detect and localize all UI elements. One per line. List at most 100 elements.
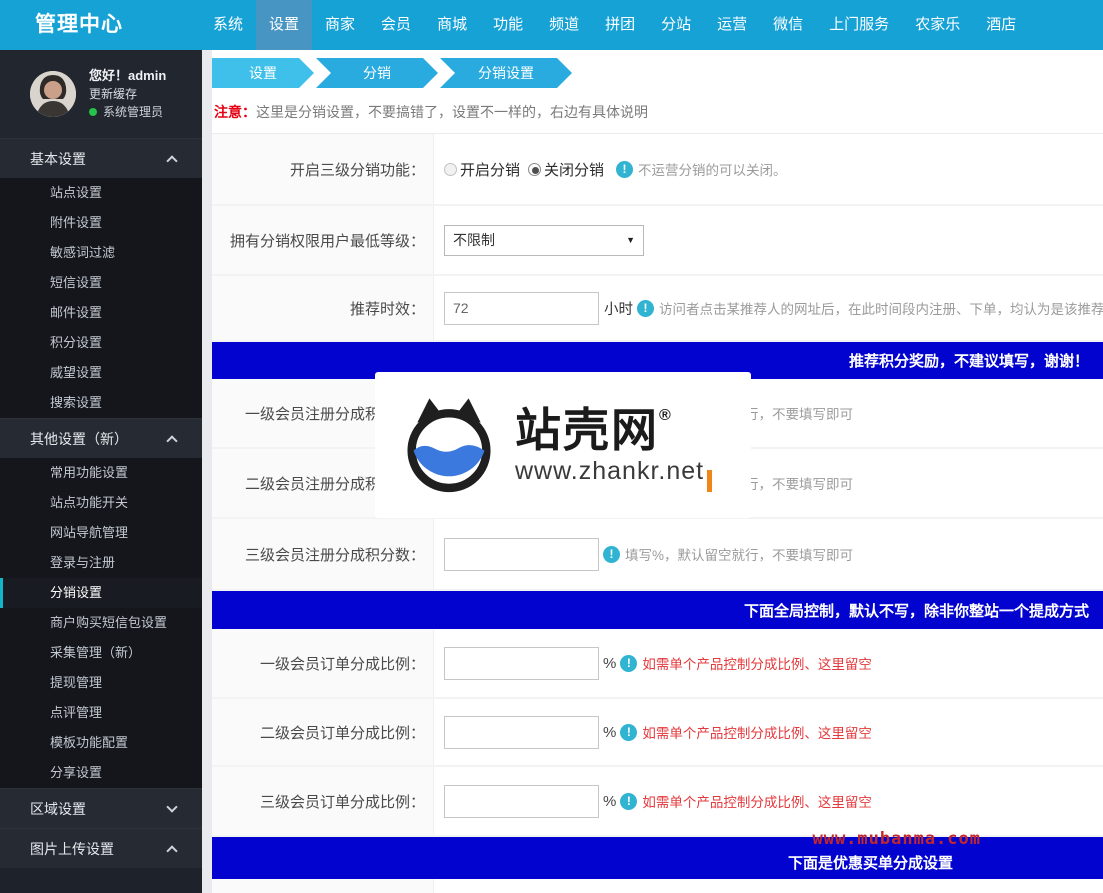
sidebar-menu-entry[interactable]: 积分设置 <box>0 328 202 358</box>
section-banner: 下面全局控制，默认不写，除非你整站一个提成方式 <box>212 591 1103 629</box>
field-label: 三级会员注册分成积分数： <box>212 519 434 589</box>
referral-hours-input[interactable] <box>444 292 599 325</box>
nav-item[interactable]: 商家 <box>312 0 368 50</box>
orange-cursor-mark <box>707 470 712 492</box>
nav-item[interactable]: 酒店 <box>973 0 1029 50</box>
breadcrumb-segment[interactable]: 分销 <box>316 58 438 88</box>
nav-item[interactable]: 拼团 <box>592 0 648 50</box>
field-help-red: 如需单个产品控制分成比例、这里留空 <box>642 722 872 742</box>
field-help-red: 如需单个产品控制分成比例、这里留空 <box>642 653 872 673</box>
nav-item[interactable]: 商城 <box>424 0 480 50</box>
online-status-icon <box>89 108 97 116</box>
sidebar-menu-entry[interactable]: 附件设置 <box>0 208 202 238</box>
row-enable-distribution: 开启三级分销功能： 开启分销 关闭分销 ! 不运营分销的可以关闭。 <box>212 134 1103 206</box>
nav-item[interactable]: 会员 <box>368 0 424 50</box>
field-label: 开启三级分销功能： <box>212 134 434 204</box>
notice-text: 注意：这里是分销设置，不要搞错了，设置不一样的，右边有具体说明 <box>214 102 1103 122</box>
row-order-ratio-l1: 一级会员订单分成比例： % ! 如需单个产品控制分成比例、这里留空 <box>212 629 1103 699</box>
sidebar-menu-entry[interactable]: 模板功能配置 <box>0 728 202 758</box>
percent-sign: % <box>603 655 616 672</box>
sidebar-menu-entry[interactable]: 商户购买短信包设置 <box>0 608 202 638</box>
notice-prefix: 注意： <box>214 104 256 120</box>
watermark-title: 站壳网 <box>515 404 659 456</box>
mubanma-watermark: www.mubanma.com <box>812 829 981 849</box>
info-icon: ! <box>620 655 637 672</box>
sidebar-menu-entry[interactable]: 图片上传设置 <box>0 828 202 868</box>
min-level-select[interactable]: 不限制 ▼ <box>444 225 644 256</box>
sidebar-menu-entry[interactable]: 常用功能设置 <box>0 458 202 488</box>
sidebar-menu-entry[interactable]: 站点设置 <box>0 178 202 208</box>
user-greeting: 您好！admin <box>89 67 166 85</box>
percent-sign: % <box>603 793 616 810</box>
nav-item[interactable]: 分站 <box>648 0 704 50</box>
row-min-level: 拥有分销权限用户最低等级： 不限制 ▼ <box>212 206 1103 276</box>
info-icon: ! <box>603 546 620 563</box>
app-title: 管理中心 <box>0 0 172 50</box>
nav-item[interactable]: 上门服务 <box>816 0 902 50</box>
row-reg-points-l3: 三级会员注册分成积分数： ! 填写%，默认留空就行，不要填写即可 <box>212 519 1103 591</box>
info-icon: ! <box>616 161 633 178</box>
avatar[interactable] <box>30 71 76 117</box>
field-help-red: 如需单个产品控制分成比例、这里留空 <box>642 791 872 811</box>
radio-enable[interactable] <box>444 163 457 176</box>
sidebar-menu-entry[interactable]: 区域设置 <box>0 788 202 828</box>
breadcrumb-segment[interactable]: 分销设置 <box>440 58 572 88</box>
site-watermark: 站壳网® www.zhankr.net <box>375 372 751 518</box>
nav-item[interactable]: 频道 <box>536 0 592 50</box>
sidebar-menu-entry[interactable]: 点评管理 <box>0 698 202 728</box>
sidebar-menu-entry[interactable]: 网站导航管理 <box>0 518 202 548</box>
breadcrumb: 设置 分销 分销设置 <box>212 58 1103 88</box>
sidebar-menu-entry[interactable]: 邮件设置 <box>0 298 202 328</box>
nav-item[interactable]: 微信 <box>760 0 816 50</box>
order-ratio-l3-input[interactable] <box>444 785 599 818</box>
sidebar-menu-entry[interactable]: 分享设置 <box>0 758 202 788</box>
avatar-photo <box>30 71 76 117</box>
row-referral-hours: 推荐时效： 小时 ! 访问者点击某推荐人的网址后，在此时间段内注册、下单，均认为… <box>212 276 1103 342</box>
reg-points-l3-input[interactable] <box>444 538 599 571</box>
breadcrumb-segment[interactable]: 设置 <box>212 58 314 88</box>
sidebar-menu-entry[interactable]: 威望设置 <box>0 358 202 388</box>
nav-item[interactable]: 农家乐 <box>902 0 973 50</box>
sidebar-menu-entry[interactable]: 基本设置 <box>0 138 202 178</box>
watermark-url: www.zhankr.net <box>515 459 704 484</box>
user-role: 系统管理员 <box>89 103 166 121</box>
sidebar-menu-entry[interactable]: 分销设置 <box>0 578 202 608</box>
nav-item[interactable]: 运营 <box>704 0 760 50</box>
sidebar-menu-entry[interactable]: 搜索设置 <box>0 388 202 418</box>
info-icon: ! <box>637 300 654 317</box>
chevron-icon <box>166 155 177 166</box>
info-icon: ! <box>620 793 637 810</box>
chevron-icon <box>166 801 177 812</box>
next-row-sliver <box>212 879 1103 893</box>
section-banner: www.mubanma.com 下面是优惠买单分成设置 <box>212 837 1103 879</box>
nav-item[interactable]: 系统 <box>200 0 256 50</box>
field-help: 填写%，默认留空就行，不要填写即可 <box>625 544 853 564</box>
sidebar-menu-entry[interactable]: 短信设置 <box>0 268 202 298</box>
info-icon: ! <box>620 724 637 741</box>
order-ratio-l2-input[interactable] <box>444 716 599 749</box>
radio-enable-label[interactable]: 开启分销 <box>460 159 520 180</box>
sidebar-menu-entry[interactable]: 采集管理（新） <box>0 638 202 668</box>
row-order-ratio-l3: 三级会员订单分成比例： % ! 如需单个产品控制分成比例、这里留空 <box>212 767 1103 837</box>
sidebar-menu-entry[interactable]: 登录与注册 <box>0 548 202 578</box>
field-label: 推荐时效： <box>212 276 434 340</box>
order-ratio-l1-input[interactable] <box>444 647 599 680</box>
radio-disable-label[interactable]: 关闭分销 <box>544 159 604 180</box>
sidebar: 您好！admin 更新缓存 系统管理员 基本设置 站点设置 附件设置 敏感词过滤… <box>0 50 202 893</box>
update-cache-link[interactable]: 更新缓存 <box>89 85 166 103</box>
top-bar: 管理中心 系统设置商家会员商城功能频道拼团分站运营微信上门服务农家乐酒店 <box>0 0 1103 50</box>
field-label: 一级会员订单分成比例： <box>212 629 434 697</box>
radio-disable[interactable] <box>528 163 541 176</box>
sidebar-menu: 基本设置 站点设置 附件设置 敏感词过滤 短信设置 邮件设置 积分设置 威望设置… <box>0 138 202 868</box>
nav-item[interactable]: 功能 <box>480 0 536 50</box>
sidebar-menu-entry[interactable]: 提现管理 <box>0 668 202 698</box>
field-label: 二级会员订单分成比例： <box>212 699 434 765</box>
sidebar-menu-entry[interactable]: 站点功能开关 <box>0 488 202 518</box>
zhankr-cat-logo-icon <box>393 389 505 501</box>
sidebar-menu-entry[interactable]: 敏感词过滤 <box>0 238 202 268</box>
chevron-icon <box>166 435 177 446</box>
row-order-ratio-l2: 二级会员订单分成比例： % ! 如需单个产品控制分成比例、这里留空 <box>212 699 1103 767</box>
nav-item[interactable]: 设置 <box>256 0 312 50</box>
registered-mark: ® <box>659 407 671 424</box>
sidebar-menu-entry[interactable]: 其他设置（新） <box>0 418 202 458</box>
